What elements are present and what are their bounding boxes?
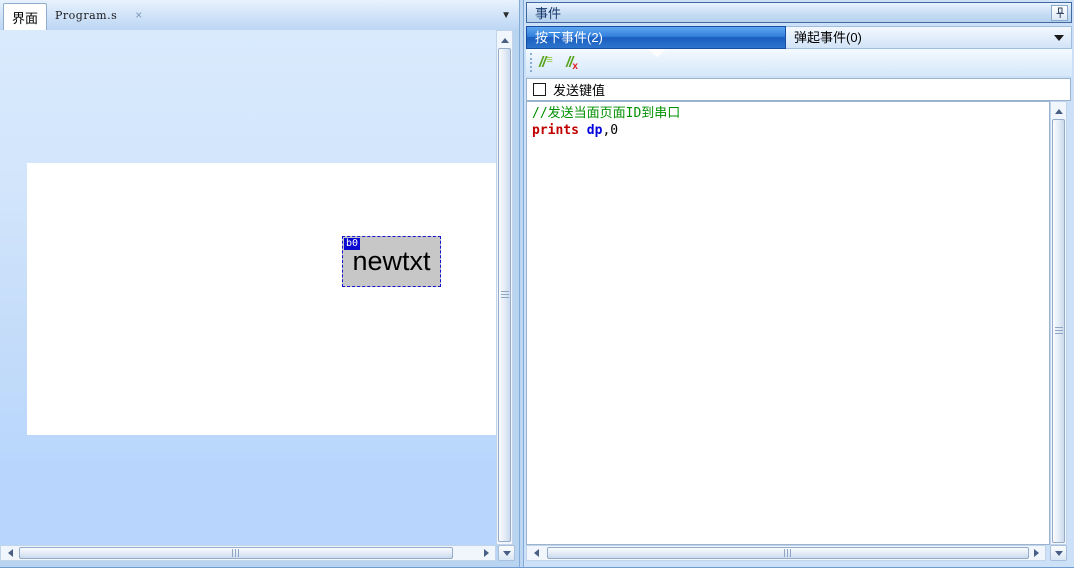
component-b0[interactable]: newtxt b0 [342, 236, 441, 287]
scroll-left-icon [533, 549, 539, 557]
remove-x-icon: x [572, 61, 578, 72]
code-statement-line: prints dp,0 [532, 122, 1044, 139]
canvas-horizontal-scrollbar[interactable] [0, 545, 496, 561]
comment-lines-icon: ≡ [546, 53, 553, 66]
scroll-down-button[interactable] [1050, 545, 1067, 561]
scroll-thumb-grip [500, 291, 509, 299]
scroll-right-icon [1033, 549, 1039, 557]
pin-button[interactable] [1051, 5, 1068, 21]
scroll-left-button[interactable] [529, 546, 543, 560]
event-tabstrip: 按下事件(2) 弹起事件(0) [526, 26, 1072, 49]
scroll-left-icon [7, 549, 13, 557]
send-key-row: 发送键值 [526, 78, 1071, 101]
remove-comment-button[interactable]: // x [566, 52, 578, 73]
active-tab-notch [648, 49, 666, 57]
pin-icon [1056, 7, 1064, 18]
scroll-up-button[interactable] [1051, 104, 1066, 118]
chevron-down-icon[interactable]: ▼ [501, 10, 511, 21]
close-icon[interactable]: × [135, 8, 143, 22]
vertical-scroll-thumb[interactable] [498, 48, 511, 542]
horizontal-scroll-thumb[interactable] [19, 547, 453, 559]
events-pane: 事件 按下事件(2) 弹起事件(0) // ≡ // x 发送键值 //发送当面… [524, 0, 1074, 567]
page-canvas[interactable]: newtxt b0 [27, 163, 496, 435]
canvas-vertical-scrollbar[interactable] [496, 30, 513, 545]
tab-press-event[interactable]: 按下事件(2) [526, 26, 786, 49]
toolbar-drag-handle[interactable] [530, 53, 532, 72]
add-comment-button[interactable]: // ≡ [539, 52, 553, 73]
tab-interface[interactable]: 界面 [3, 3, 48, 30]
tab-interface-label: 界面 [12, 10, 39, 26]
scroll-thumb-grip [1054, 327, 1063, 335]
scroll-up-icon [500, 37, 509, 43]
events-pane-title: 事件 [535, 6, 562, 21]
scroll-thumb-grip [784, 549, 792, 557]
tab-program-label: Program.s [55, 8, 118, 22]
tab-release-event[interactable]: 弹起事件(0) [786, 26, 1072, 49]
code-keyword: prints [532, 123, 579, 138]
component-id-badge: b0 [344, 238, 361, 250]
app-window: 界面 Program.s × ▼ newtxt b0 事件 按下事件(2) 弹起… [0, 0, 1074, 568]
scroll-left-button[interactable] [3, 546, 17, 560]
chevron-down-glyph [1054, 35, 1064, 41]
design-pane: 界面 Program.s × ▼ newtxt b0 [0, 0, 519, 567]
scroll-right-button[interactable] [1029, 546, 1043, 560]
horizontal-scroll-thumb[interactable] [547, 547, 1029, 559]
scroll-down-button[interactable] [498, 545, 515, 561]
events-pane-header: 事件 [526, 2, 1072, 23]
editor-tabstrip: 界面 Program.s × ▼ [0, 0, 519, 30]
send-key-checkbox[interactable] [533, 83, 546, 96]
events-toolbar: // ≡ // x [526, 49, 1072, 76]
tab-program[interactable]: Program.s × [55, 0, 143, 30]
code-rest: ,0 [602, 123, 619, 138]
code-editor[interactable]: //发送当面页面ID到串口 prints dp,0 [526, 101, 1050, 545]
code-horizontal-scrollbar[interactable] [526, 545, 1046, 561]
send-key-label: 发送键值 [553, 83, 606, 98]
chevron-down-icon[interactable] [1054, 35, 1064, 41]
scroll-up-button[interactable] [497, 33, 512, 47]
vertical-scroll-thumb[interactable] [1052, 119, 1065, 543]
scroll-down-icon [502, 550, 511, 556]
scroll-right-button[interactable] [479, 546, 493, 560]
scroll-right-icon [483, 549, 489, 557]
scroll-thumb-grip [232, 549, 240, 557]
code-variable: dp [586, 123, 603, 138]
comment-slashes-icon: // [539, 54, 546, 71]
scroll-up-icon [1054, 108, 1063, 114]
scroll-down-icon [1054, 550, 1063, 556]
code-vertical-scrollbar[interactable] [1050, 101, 1067, 545]
design-canvas[interactable]: newtxt b0 [0, 30, 496, 545]
code-comment-line: //发送当面页面ID到串口 [532, 106, 681, 121]
